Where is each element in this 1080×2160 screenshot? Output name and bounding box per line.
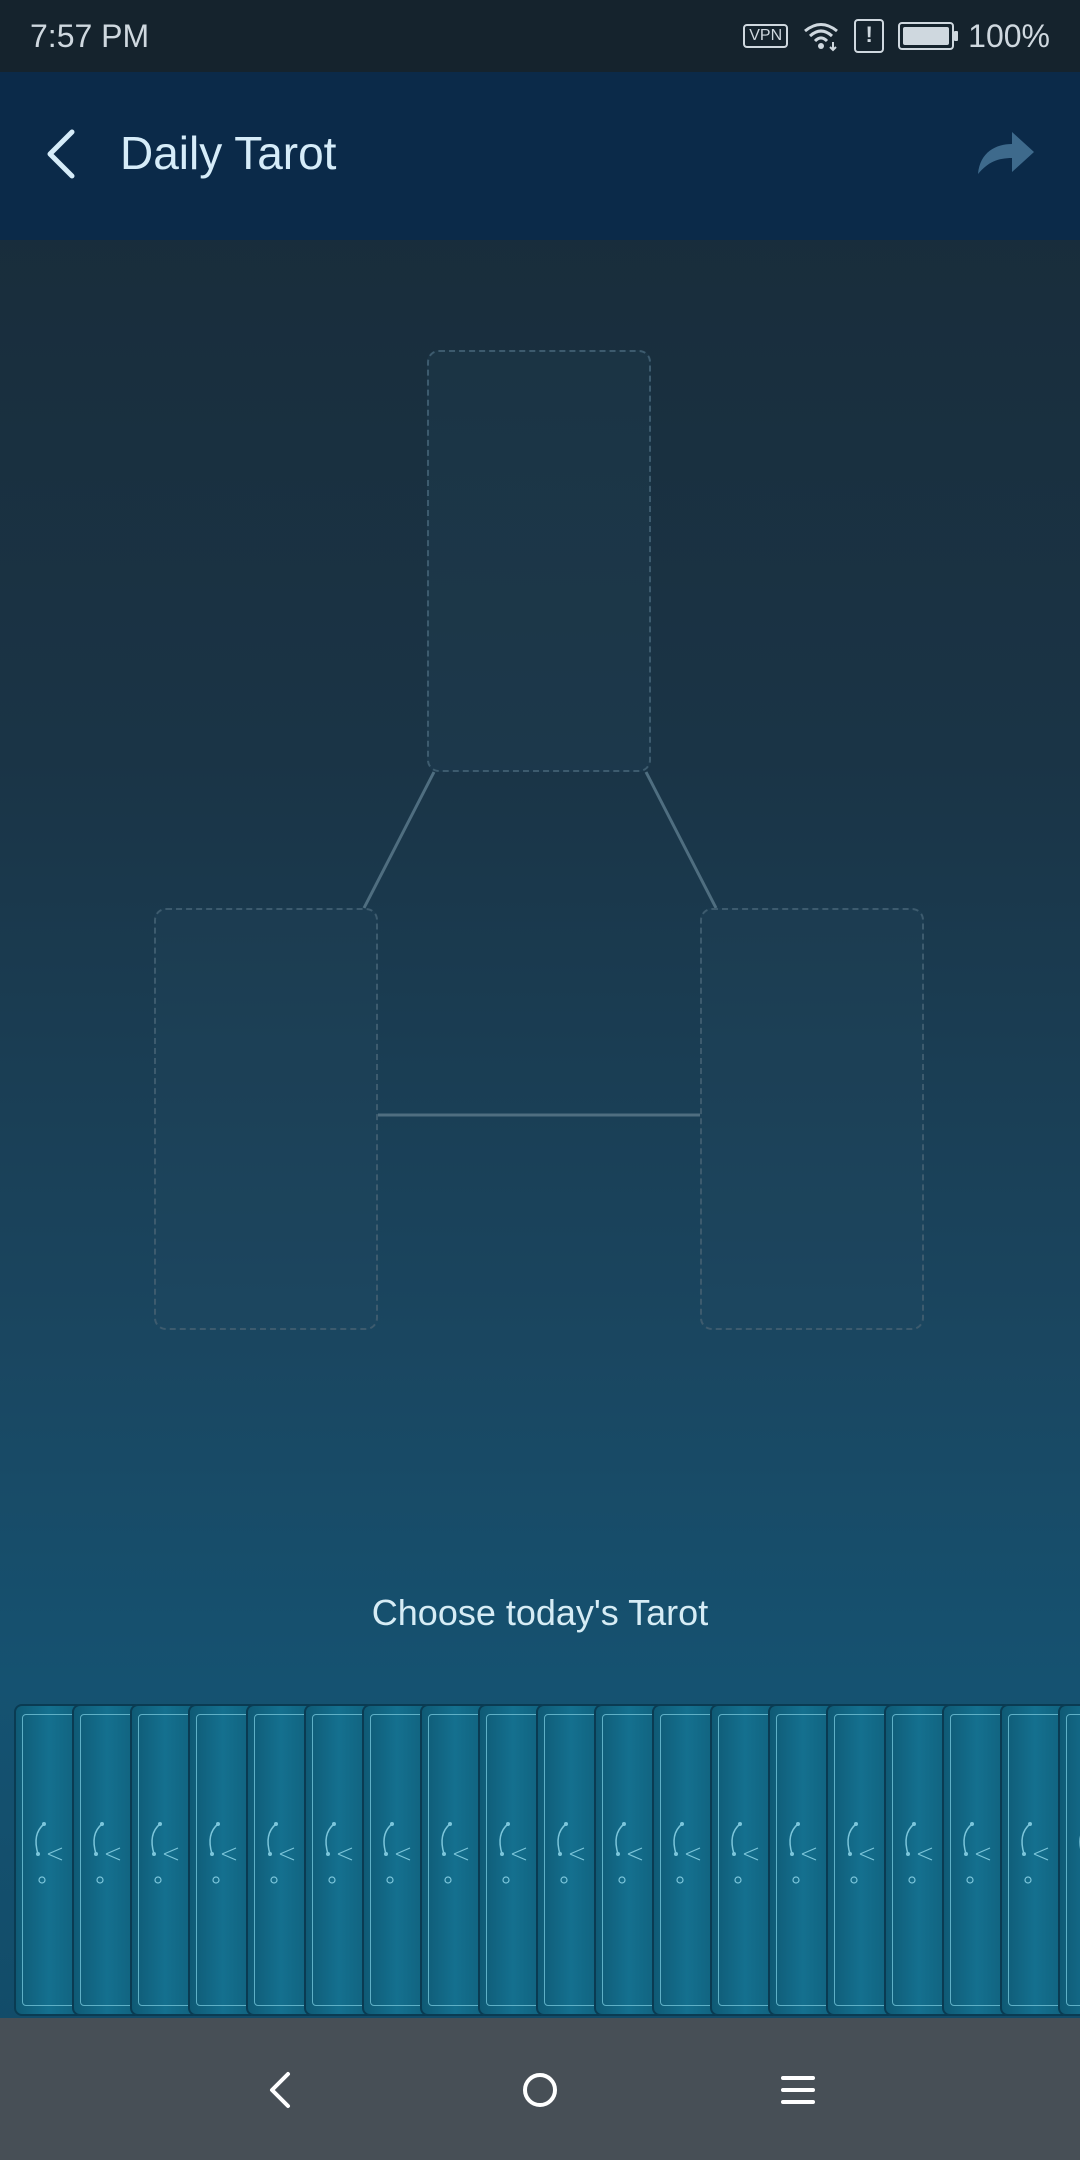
nav-home-icon[interactable] xyxy=(510,2060,570,2120)
card-ornament-icon xyxy=(1021,1822,1049,1884)
share-icon[interactable] xyxy=(970,122,1040,186)
page-title: Daily Tarot xyxy=(120,127,337,179)
status-time: 7:57 PM xyxy=(30,17,150,54)
status-bar: 7:57 PM VPN 100% xyxy=(0,0,1080,72)
card-ornament-icon xyxy=(267,1822,295,1884)
card-ornament-icon xyxy=(325,1822,353,1884)
card-ornament-icon xyxy=(557,1822,585,1884)
right-card-slot xyxy=(700,908,924,1330)
card-ornament-icon xyxy=(35,1822,63,1884)
top-card-slot xyxy=(427,350,651,772)
card-ornament-icon xyxy=(847,1822,875,1884)
card-ornament-icon xyxy=(383,1822,411,1884)
card-ornament-icon xyxy=(673,1822,701,1884)
nav-menu-icon[interactable] xyxy=(768,2060,828,2120)
card-ornament-icon xyxy=(209,1822,237,1884)
sim-alert-icon xyxy=(854,19,885,53)
card-ornament-icon xyxy=(1079,1835,1080,1849)
card-ornament-icon xyxy=(963,1822,991,1884)
nav-back-icon[interactable] xyxy=(252,2060,312,2120)
tarot-card-back[interactable] xyxy=(1058,1704,1080,2016)
tarot-deck[interactable] xyxy=(14,1704,1080,2016)
card-ornament-icon xyxy=(789,1822,817,1884)
card-ornament-icon xyxy=(731,1822,759,1884)
card-ornament-icon xyxy=(441,1822,469,1884)
left-card-slot xyxy=(154,908,378,1330)
card-ornament-icon xyxy=(499,1822,527,1884)
battery-percent: 100% xyxy=(968,17,1050,54)
status-icons: VPN 100% xyxy=(743,18,1050,55)
battery-icon xyxy=(898,22,959,50)
wifi-icon xyxy=(804,23,839,52)
card-ornament-icon xyxy=(93,1822,121,1884)
card-ornament-icon xyxy=(905,1822,933,1884)
card-ornament-icon xyxy=(615,1822,643,1884)
choose-tarot-prompt: Choose today's Tarot xyxy=(371,1592,709,1633)
card-ornament-icon xyxy=(151,1822,179,1884)
back-arrow-icon[interactable] xyxy=(36,124,96,184)
vpn-icon: VPN xyxy=(743,24,789,48)
app-bar: Daily Tarot xyxy=(0,72,1080,240)
system-nav-bar xyxy=(0,2018,1080,2160)
